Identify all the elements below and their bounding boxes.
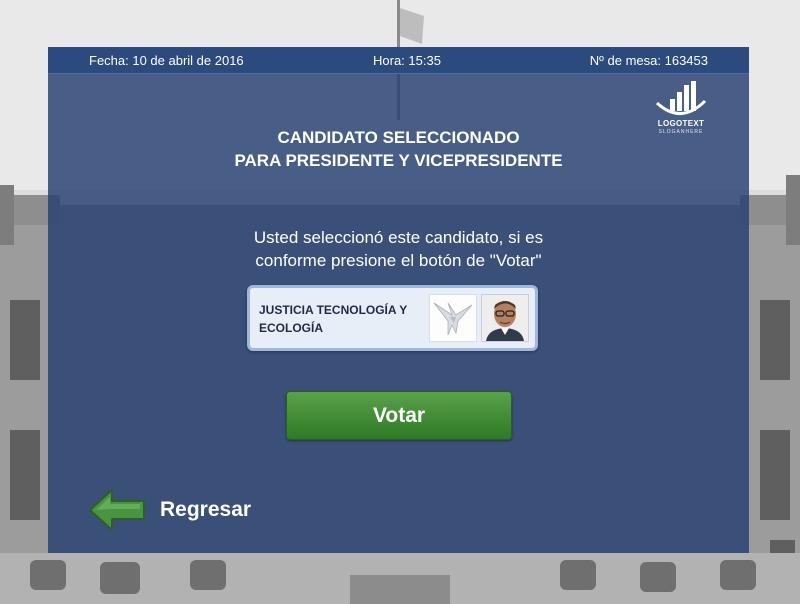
info-bar: Fecha: 10 de abril de 2016 Hora: 15:35 N… — [48, 47, 749, 74]
dove-icon — [433, 302, 473, 336]
party-name-line-2: ECOLOGÍA — [259, 321, 324, 335]
back-button-label: Regresar — [160, 498, 252, 521]
back-button[interactable]: Regresar — [88, 487, 278, 533]
vote-button[interactable]: Votar — [286, 391, 512, 440]
selected-candidate-card: JUSTICIA TECNOLOGÍA Y ECOLOGÍA — [247, 285, 538, 351]
bar-chart-arc-icon — [655, 81, 707, 115]
title-line-2: PARA PRESIDENTE Y VICEPRESIDENTE — [234, 151, 563, 170]
date-label: Fecha: 10 de abril de 2016 — [89, 53, 244, 68]
table-number-label: Nº de mesa: 163453 — [589, 53, 708, 68]
time-label: Hora: 15:35 — [373, 53, 441, 68]
instruction-line-1: Usted seleccionó este candidato, si es — [253, 228, 544, 247]
selection-panel: Fecha: 10 de abril de 2016 Hora: 15:35 N… — [48, 47, 749, 553]
title-line-1: CANDIDATO SELECCIONADO — [277, 128, 520, 147]
instruction-line-2: conforme presione el botón de "Votar" — [255, 251, 542, 270]
party-logo — [429, 294, 477, 342]
person-portrait-icon — [482, 295, 528, 341]
party-name-line-1: JUSTICIA TECNOLOGÍA Y — [259, 303, 408, 317]
instructions: Usted seleccionó este candidato, si es c… — [48, 226, 749, 272]
party-name: JUSTICIA TECNOLOGÍA Y ECOLOGÍA — [259, 301, 424, 337]
page-title: CANDIDATO SELECCIONADO PARA PRESIDENTE Y… — [48, 126, 749, 172]
candidate-photo — [481, 294, 529, 342]
arrow-left-icon — [89, 489, 145, 531]
